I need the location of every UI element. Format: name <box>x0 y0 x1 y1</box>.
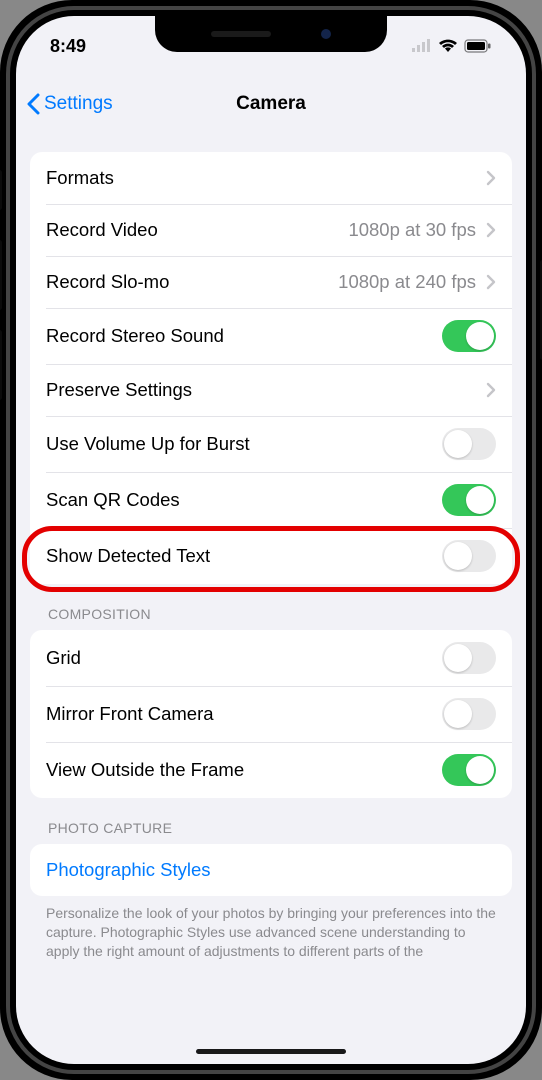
screen: 8:49 Settings Camera <box>16 16 526 1064</box>
chevron-right-icon <box>486 222 496 238</box>
section-header-composition: COMPOSITION <box>20 584 522 630</box>
back-button[interactable]: Settings <box>26 93 113 115</box>
label: Record Stereo Sound <box>46 325 432 347</box>
toggle-grid[interactable] <box>442 642 496 674</box>
cellular-icon <box>412 39 432 53</box>
chevron-right-icon <box>486 382 496 398</box>
settings-group-photo-capture: Photographic Styles <box>30 844 512 896</box>
label: Record Slo-mo <box>46 271 328 293</box>
label: View Outside the Frame <box>46 759 432 781</box>
settings-group-main: Formats Record Video 1080p at 30 fps Rec… <box>30 152 512 584</box>
section-footer-text: Personalize the look of your photos by b… <box>20 896 522 961</box>
label: Show Detected Text <box>46 545 432 567</box>
toggle-mirror-front[interactable] <box>442 698 496 730</box>
row-photographic-styles[interactable]: Photographic Styles <box>30 844 512 896</box>
label: Use Volume Up for Burst <box>46 433 432 455</box>
row-record-slomo[interactable]: Record Slo-mo 1080p at 240 fps <box>30 256 512 308</box>
chevron-left-icon <box>26 93 40 115</box>
notch <box>155 16 387 52</box>
row-volume-up-burst: Use Volume Up for Burst <box>30 416 512 472</box>
wifi-icon <box>438 39 458 53</box>
label: Mirror Front Camera <box>46 703 432 725</box>
toggle-view-outside-frame[interactable] <box>442 754 496 786</box>
toggle-scan-qr[interactable] <box>442 484 496 516</box>
row-record-video[interactable]: Record Video 1080p at 30 fps <box>30 204 512 256</box>
toggle-stereo-sound[interactable] <box>442 320 496 352</box>
link-label: Photographic Styles <box>46 859 211 881</box>
settings-group-composition: Grid Mirror Front Camera View Outside th… <box>30 630 512 798</box>
value: 1080p at 30 fps <box>348 219 476 241</box>
row-stereo-sound: Record Stereo Sound <box>30 308 512 364</box>
home-indicator[interactable] <box>196 1049 346 1054</box>
section-header-photo-capture: PHOTO CAPTURE <box>20 798 522 844</box>
row-mirror-front: Mirror Front Camera <box>30 686 512 742</box>
back-label: Settings <box>44 93 113 115</box>
label: Preserve Settings <box>46 379 476 401</box>
toggle-volume-up-burst[interactable] <box>442 428 496 460</box>
chevron-right-icon <box>486 274 496 290</box>
label: Record Video <box>46 219 338 241</box>
row-show-detected-text: Show Detected Text <box>30 528 512 584</box>
label: Scan QR Codes <box>46 489 432 511</box>
row-view-outside-frame: View Outside the Frame <box>30 742 512 798</box>
value: 1080p at 240 fps <box>338 271 476 293</box>
battery-icon <box>464 39 492 53</box>
row-scan-qr: Scan QR Codes <box>30 472 512 528</box>
toggle-show-detected-text[interactable] <box>442 540 496 572</box>
status-time: 8:49 <box>50 36 86 57</box>
label: Formats <box>46 167 476 189</box>
row-preserve-settings[interactable]: Preserve Settings <box>30 364 512 416</box>
chevron-right-icon <box>486 170 496 186</box>
nav-bar: Settings Camera <box>16 80 526 128</box>
row-formats[interactable]: Formats <box>30 152 512 204</box>
label: Grid <box>46 647 432 669</box>
row-grid: Grid <box>30 630 512 686</box>
